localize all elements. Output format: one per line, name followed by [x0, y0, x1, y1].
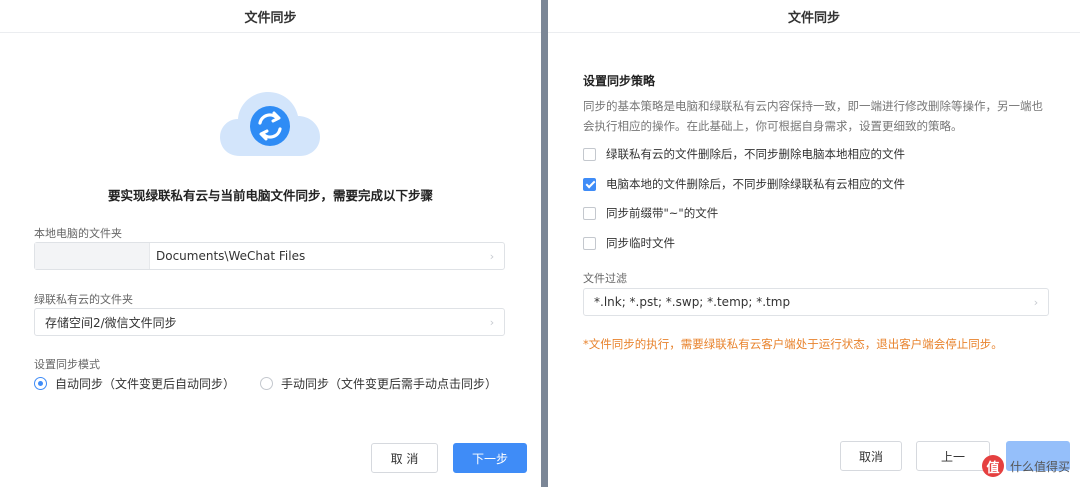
option-label: 同步临时文件 — [606, 236, 675, 250]
option-cloud-delete[interactable]: 绿联私有云的文件删除后，不同步删除电脑本地相应的文件 — [583, 146, 905, 162]
radio-manual-sync[interactable]: 手动同步（文件变更后需手动点击同步） — [260, 375, 497, 392]
radio-button-selected[interactable] — [34, 377, 47, 390]
sync-warning: *文件同步的执行，需要绿联私有云客户端处于运行状态，退出客户端会停止同步。 — [583, 337, 1003, 351]
prev-button[interactable]: 上一 — [916, 441, 990, 471]
sync-strategy-dialog: 文件同步 设置同步策略 同步的基本策略是电脑和绿联私有云内容保持一致，即一端进行… — [548, 0, 1080, 487]
file-filter-input[interactable]: *.lnk; *.pst; *.swp; *.temp; *.tmp › — [583, 288, 1049, 316]
local-folder-field[interactable]: Documents\WeChat Files › — [34, 242, 505, 270]
option-label: 绿联私有云的文件删除后，不同步删除电脑本地相应的文件 — [606, 147, 905, 161]
watermark-badge: 值 — [981, 455, 1004, 477]
option-local-delete[interactable]: 电脑本地的文件删除后，不同步删除绿联私有云相应的文件 — [583, 176, 905, 192]
watermark-text: 什么值得买 — [1009, 459, 1070, 474]
chevron-right-icon[interactable]: › — [480, 309, 504, 335]
option-temp-files[interactable]: 同步临时文件 — [583, 235, 675, 251]
file-filter-label: 文件过滤 — [583, 272, 627, 285]
watermark: 值 什么值得买 — [981, 455, 1070, 477]
local-folder-value: Documents\WeChat Files — [156, 249, 306, 263]
chevron-right-icon[interactable]: › — [1024, 289, 1048, 315]
cloud-folder-field[interactable]: 存储空间2/微信文件同步 › — [34, 308, 505, 336]
next-button[interactable]: 下一步 — [453, 443, 527, 473]
step-instructions: 要实现绿联私有云与当前电脑文件同步，需要完成以下步骤 — [107, 188, 433, 203]
strategy-description: 同步的基本策略是电脑和绿联私有云内容保持一致，即一端进行修改删除等操作，另一端也… — [583, 99, 1043, 133]
option-label: 同步前缀带"~"的文件 — [606, 206, 719, 220]
radio-button[interactable] — [260, 377, 273, 390]
strategy-section-title: 设置同步策略 — [583, 74, 656, 88]
option-label: 电脑本地的文件删除后，不同步删除绿联私有云相应的文件 — [606, 177, 905, 191]
file-filter-value: *.lnk; *.pst; *.swp; *.temp; *.tmp — [594, 295, 791, 309]
option-tilde-prefix[interactable]: 同步前缀带"~"的文件 — [583, 205, 718, 221]
sync-setup-dialog: 文件同步 要实现绿联私有云与当前电脑文件同步，需要完成以下步骤 本地电脑的文件夹… — [0, 0, 541, 487]
sync-mode-label: 设置同步模式 — [34, 358, 100, 371]
cancel-button[interactable]: 取 消 — [371, 443, 438, 473]
radio-auto-sync[interactable]: 自动同步（文件变更后自动同步） — [34, 375, 235, 392]
dialog-title: 文件同步 — [548, 0, 1080, 33]
checkbox[interactable] — [583, 206, 596, 220]
dialog-title: 文件同步 — [0, 0, 541, 33]
checkbox[interactable] — [583, 147, 596, 161]
radio-auto-sync-label: 自动同步（文件变更后自动同步） — [55, 377, 236, 391]
radio-manual-sync-label: 手动同步（文件变更后需手动点击同步） — [281, 377, 498, 391]
redacted-path-segment — [35, 243, 150, 269]
chevron-right-icon[interactable]: › — [480, 243, 504, 269]
cloud-folder-label: 绿联私有云的文件夹 — [34, 293, 133, 306]
checkbox[interactable] — [583, 236, 596, 250]
local-folder-label: 本地电脑的文件夹 — [34, 227, 122, 240]
cloud-folder-value: 存储空间2/微信文件同步 — [45, 315, 177, 330]
cancel-button[interactable]: 取消 — [840, 441, 902, 471]
cloud-sync-icon — [218, 86, 322, 162]
checkbox-checked[interactable] — [583, 177, 596, 191]
